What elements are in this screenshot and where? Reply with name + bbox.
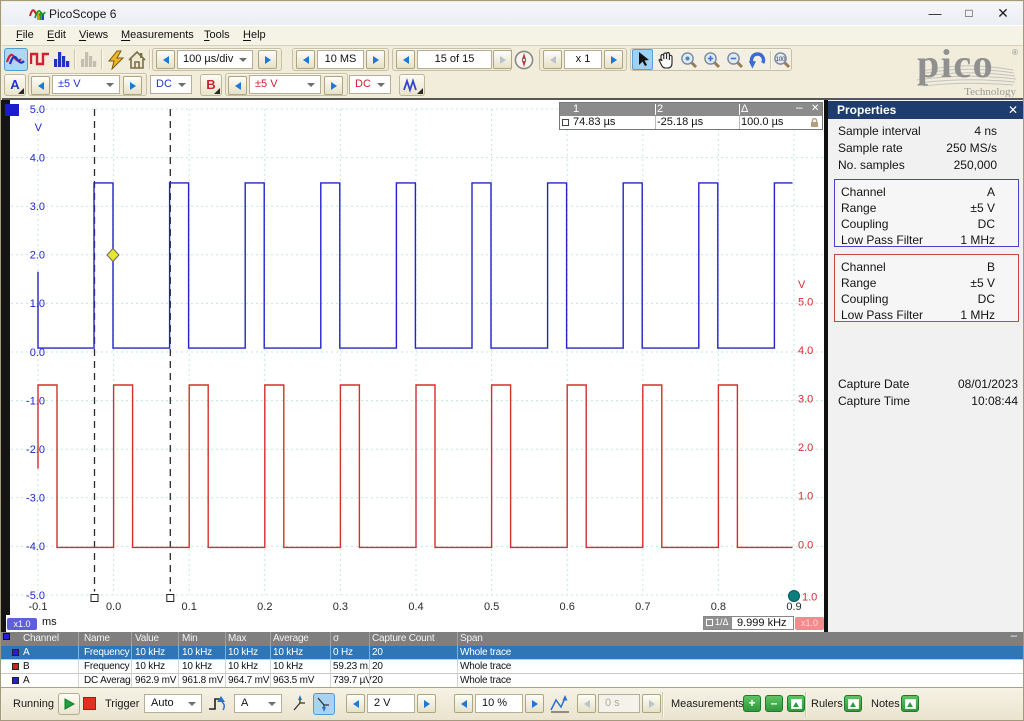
svg-text:0.6: 0.6	[560, 601, 575, 613]
svg-text:-0.1: -0.1	[29, 601, 48, 613]
svg-text:0.0: 0.0	[798, 539, 813, 551]
svg-text:V: V	[798, 279, 806, 291]
svg-text:0.2: 0.2	[257, 601, 272, 613]
svg-text:pico: pico	[917, 43, 994, 86]
svg-text:-3.0: -3.0	[26, 493, 45, 505]
svg-text:-1.0: -1.0	[26, 395, 45, 407]
svg-text:0.9: 0.9	[786, 601, 801, 613]
svg-text:V: V	[35, 122, 43, 134]
svg-text:4.0: 4.0	[798, 345, 813, 357]
svg-text:0.0: 0.0	[106, 601, 121, 613]
svg-text:-5.0: -5.0	[26, 590, 45, 602]
svg-text:2.0: 2.0	[798, 442, 813, 454]
svg-text:3.0: 3.0	[30, 201, 45, 213]
svg-text:Technology: Technology	[964, 86, 1016, 97]
svg-text:1.0: 1.0	[798, 491, 813, 503]
svg-text:-2.0: -2.0	[26, 444, 45, 456]
svg-text:2.0: 2.0	[30, 250, 45, 262]
svg-text:0.3: 0.3	[333, 601, 348, 613]
svg-text:100: 100	[775, 57, 786, 63]
svg-text:4.0: 4.0	[30, 152, 45, 164]
svg-text:1.0: 1.0	[802, 592, 817, 604]
svg-text:®: ®	[1012, 48, 1018, 57]
svg-text:0.4: 0.4	[408, 601, 423, 613]
svg-text:0.1: 0.1	[182, 601, 197, 613]
svg-text:-4.0: -4.0	[26, 541, 45, 553]
svg-text:5.0: 5.0	[30, 104, 45, 116]
svg-text:3.0: 3.0	[798, 394, 813, 406]
svg-text:0.7: 0.7	[635, 601, 650, 613]
svg-text:0.8: 0.8	[711, 601, 726, 613]
svg-text:0.5: 0.5	[484, 601, 499, 613]
svg-text:5.0: 5.0	[798, 296, 813, 308]
